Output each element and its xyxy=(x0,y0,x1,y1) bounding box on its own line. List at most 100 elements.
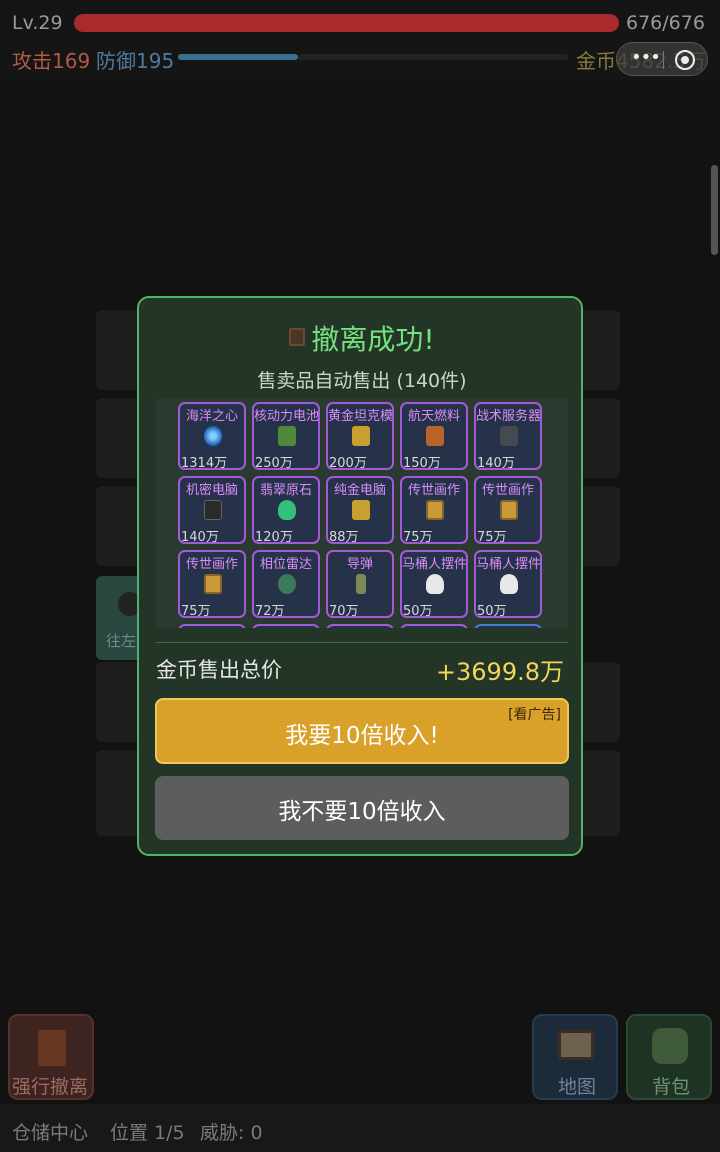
exp-bar-track xyxy=(298,54,568,60)
backpack-label: 背包 xyxy=(652,1076,691,1098)
item-cell-partial[interactable] xyxy=(178,624,246,628)
dialog-title-text: 撤离成功! xyxy=(311,323,435,356)
exp-bar xyxy=(178,54,298,60)
item-price: 1314万 xyxy=(181,456,228,470)
item-name: 导弹 xyxy=(346,557,373,572)
map-button[interactable]: 地图 xyxy=(532,1014,618,1100)
player-level: Lv.29 xyxy=(12,12,63,34)
emerald-icon xyxy=(278,500,296,520)
item-cell[interactable]: 战术服务器 140万 xyxy=(474,402,542,470)
blue-orb-icon xyxy=(204,426,222,446)
item-price: 50万 xyxy=(477,604,507,618)
item-name: 翡翠原石 xyxy=(259,483,312,498)
status-bar: 仓储中心 位置 1/5 威胁: 0 xyxy=(0,1104,720,1152)
item-cell[interactable]: 航天燃料 150万 xyxy=(400,402,468,470)
item-cell[interactable]: 核动力电池 250万 xyxy=(252,402,320,470)
scrollbar[interactable] xyxy=(711,165,718,255)
item-cell[interactable]: 黄金坦克模型 200万 xyxy=(326,402,394,470)
location-name: 仓储中心 xyxy=(12,1122,89,1144)
hp-bar xyxy=(74,14,619,32)
item-cell[interactable]: 相位雷达 72万 xyxy=(252,550,320,618)
item-cell-partial[interactable] xyxy=(252,624,320,628)
item-cell-partial[interactable] xyxy=(400,624,468,628)
decline-ten-times-button[interactable]: 我不要10倍收入 xyxy=(155,776,569,840)
total-value: +3699.8万 xyxy=(435,658,564,686)
hp-bar-fill xyxy=(74,14,619,32)
item-cell[interactable]: 机密电脑 140万 xyxy=(178,476,246,544)
painting-icon xyxy=(500,500,518,520)
item-name: 传世画作 xyxy=(185,557,238,572)
item-price: 140万 xyxy=(477,456,515,470)
dialog-subtitle: 售卖品自动售出 (140件) xyxy=(257,370,467,392)
item-cell[interactable]: 翡翠原石 120万 xyxy=(252,476,320,544)
decline-ten-times-label: 我不要10倍收入 xyxy=(278,799,446,825)
item-cell[interactable]: 导弹 70万 xyxy=(326,550,394,618)
item-name: 黄金坦克模型 xyxy=(328,409,394,424)
item-price: 120万 xyxy=(255,530,293,544)
item-price: 75万 xyxy=(181,604,211,618)
mini-program-capsule[interactable]: ••• xyxy=(616,42,708,76)
hp-text: 676/676 xyxy=(626,12,705,34)
item-price: 75万 xyxy=(403,530,433,544)
item-price: 50万 xyxy=(403,604,433,618)
painting-icon xyxy=(204,574,222,594)
threat-level: 威胁: 0 xyxy=(200,1122,263,1144)
item-cell[interactable]: 传世画作 75万 xyxy=(400,476,468,544)
item-price: 88万 xyxy=(329,530,359,544)
item-name: 海洋之心 xyxy=(185,409,238,424)
attack-stat: 攻击169 xyxy=(12,49,91,73)
door-icon xyxy=(289,328,306,346)
item-name: 马桶人摆件 xyxy=(476,557,542,572)
force-escape-button[interactable]: 强行撤离 xyxy=(8,1014,94,1100)
toilet-figure-icon xyxy=(500,574,518,594)
exit-door-icon xyxy=(38,1030,66,1066)
item-price: 70万 xyxy=(329,604,359,618)
dialog-title: 撤离成功! xyxy=(139,318,585,358)
item-name: 马桶人摆件 xyxy=(402,557,468,572)
capsule-divider xyxy=(663,51,664,69)
divider xyxy=(156,642,568,643)
toilet-figure-icon xyxy=(426,574,444,594)
item-name: 机密电脑 xyxy=(185,483,238,498)
map-icon xyxy=(558,1030,594,1060)
backpack-icon xyxy=(652,1028,688,1064)
defense-stat: 防御195 xyxy=(96,49,175,73)
item-cell-partial[interactable] xyxy=(474,624,542,628)
item-cell-partial[interactable] xyxy=(326,624,394,628)
item-price: 75万 xyxy=(477,530,507,544)
ten-times-income-label: 我要10倍收入! xyxy=(285,723,439,749)
laptop-icon xyxy=(204,500,222,520)
top-hud: Lv.29 676/676 攻击169 防御195 金币4582.5万 ••• xyxy=(0,0,720,80)
backpack-button[interactable]: 背包 xyxy=(626,1014,712,1100)
gold-tank-icon xyxy=(352,426,370,446)
item-name: 核动力电池 xyxy=(254,409,320,424)
item-cell[interactable]: 马桶人摆件 50万 xyxy=(400,550,468,618)
item-name: 传世画作 xyxy=(407,483,460,498)
radar-icon xyxy=(278,574,296,594)
close-target-icon[interactable] xyxy=(675,50,695,70)
fuel-canister-icon xyxy=(426,426,444,446)
item-cell[interactable]: 传世画作 75万 xyxy=(178,550,246,618)
force-escape-label: 强行撤离 xyxy=(12,1076,89,1098)
item-price: 72万 xyxy=(255,604,285,618)
item-cell[interactable]: 海洋之心 1314万 xyxy=(178,402,246,470)
item-price: 150万 xyxy=(403,456,441,470)
painting-icon xyxy=(426,500,444,520)
server-icon xyxy=(500,426,518,446)
ten-times-income-button[interactable]: [看广告] 我要10倍收入! xyxy=(155,698,569,764)
battery-icon xyxy=(278,426,296,446)
item-price: 200万 xyxy=(329,456,367,470)
item-cell[interactable]: 纯金电脑 88万 xyxy=(326,476,394,544)
map-label: 地图 xyxy=(558,1076,597,1098)
item-name: 相位雷达 xyxy=(259,557,312,572)
item-cell[interactable]: 传世画作 75万 xyxy=(474,476,542,544)
item-price: 250万 xyxy=(255,456,293,470)
item-cell[interactable]: 马桶人摆件 50万 xyxy=(474,550,542,618)
total-label: 金币售出总价 xyxy=(156,658,282,682)
sold-items-grid[interactable]: 海洋之心 1314万 核动力电池 250万 黄金坦克模型 200万 航天燃料 150万 战术服务… xyxy=(156,398,568,628)
item-name: 传世画作 xyxy=(481,483,534,498)
more-dots-icon[interactable]: ••• xyxy=(631,47,661,68)
missile-icon xyxy=(356,574,366,594)
position-indicator: 位置 1/5 xyxy=(110,1122,185,1144)
extraction-success-dialog: 撤离成功! 售卖品自动售出 (140件) 海洋之心 1314万 核动力电池 250万 黄… xyxy=(137,296,583,856)
